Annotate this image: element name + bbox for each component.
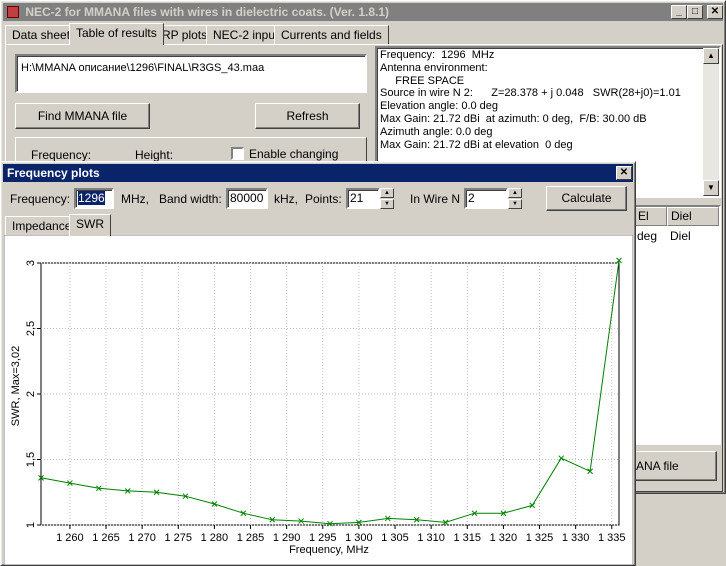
x-tick-label: 1 310 bbox=[417, 532, 445, 544]
wire-label: In Wire N bbox=[410, 192, 461, 206]
wire-up-arrow[interactable]: ▲ bbox=[508, 188, 522, 198]
x-tick-label: 1 305 bbox=[381, 532, 409, 544]
freq-close-button[interactable]: ✕ bbox=[616, 166, 632, 180]
y-tick-label: 2,5 bbox=[25, 321, 37, 336]
x-tick-label: 1 265 bbox=[92, 532, 120, 544]
result-line: Source in wire N 2: Z=28.378 + j 0.048 S… bbox=[380, 87, 681, 100]
tab-table-of-results[interactable]: Table of results bbox=[69, 23, 164, 45]
wire-value: 2 bbox=[468, 191, 475, 205]
freq-frequency-value: 1296 bbox=[78, 191, 105, 205]
file-path-field[interactable]: H:\MMANA описание\1296\FINAL\R3GS_43.maa bbox=[15, 54, 367, 93]
frequency-label: Frequency: bbox=[31, 148, 92, 162]
x-tick-label: 1 275 bbox=[165, 532, 193, 544]
scroll-up-arrow[interactable]: ▲ bbox=[703, 48, 719, 64]
points-up-arrow[interactable]: ▲ bbox=[380, 188, 394, 198]
x-tick-label: 1 320 bbox=[490, 532, 518, 544]
result-line: Frequency: 1296 MHz bbox=[380, 49, 495, 61]
find-mmana-file-button[interactable]: Find MMANA file bbox=[15, 103, 150, 129]
x-axis-label: Frequency, MHz bbox=[289, 544, 369, 556]
results-scrollbar[interactable]: ▲ ▼ bbox=[703, 48, 719, 196]
x-tick-label: 1 330 bbox=[562, 532, 590, 544]
results-lines: Frequency: 1296 MHz Antenna environment:… bbox=[380, 49, 716, 151]
wire-down-arrow[interactable]: ▼ bbox=[508, 199, 522, 209]
result-line: Antenna environment: bbox=[380, 61, 488, 74]
calculate-button[interactable]: Calculate bbox=[546, 186, 627, 211]
freq-window-title: Frequency plots bbox=[7, 166, 100, 180]
khz-label: kHz, bbox=[274, 192, 298, 206]
x-tick-label: 1 295 bbox=[309, 532, 337, 544]
frequency-plots-window: Frequency plots ✕ Frequency: 1296 MHz, B… bbox=[0, 161, 636, 566]
refresh-button[interactable]: Refresh bbox=[255, 103, 360, 129]
x-tick-label: 1 315 bbox=[454, 532, 482, 544]
x-tick-label: 1 290 bbox=[273, 532, 301, 544]
freq-frequency-input[interactable]: 1296 bbox=[74, 188, 114, 209]
x-tick-label: 1 280 bbox=[201, 532, 229, 544]
result-line: Max Gain: 21.72 dBi at azimuth: 0 deg, F… bbox=[380, 112, 647, 125]
result-line: FREE SPACE bbox=[380, 74, 465, 87]
main-window-title: NEC-2 for MMANA files with wires in diel… bbox=[25, 5, 389, 19]
chart-background bbox=[4, 235, 633, 565]
freq-title-bar[interactable]: Frequency plots bbox=[3, 164, 633, 182]
scroll-down-arrow[interactable]: ▼ bbox=[703, 180, 719, 196]
wire-input[interactable]: 2 bbox=[464, 188, 508, 209]
enable-changing-label: Enable changing bbox=[249, 147, 339, 161]
result-line: Azimuth angle: 0.0 deg bbox=[380, 125, 493, 138]
points-down-arrow[interactable]: ▼ bbox=[380, 199, 394, 209]
table-cell: deg bbox=[637, 229, 658, 243]
y-tick-label: 1 bbox=[25, 522, 37, 528]
app-icon bbox=[7, 6, 19, 18]
close-button[interactable]: ✕ bbox=[707, 5, 723, 19]
tab-swr[interactable]: SWR bbox=[69, 214, 111, 236]
x-tick-label: 1 285 bbox=[237, 532, 265, 544]
main-title-bar[interactable]: NEC-2 for MMANA files with wires in diel… bbox=[3, 3, 723, 21]
file-path-text: H:\MMANA описание\1296\FINAL\R3GS_43.maa bbox=[21, 62, 265, 74]
y-tick-label: 1,5 bbox=[25, 452, 37, 467]
enable-changing-checkbox[interactable] bbox=[231, 147, 244, 160]
y-axis-label: SWR, Max=3,02 bbox=[10, 346, 22, 426]
tab-data-sheet[interactable]: Data sheet bbox=[5, 25, 78, 45]
bandwidth-value: 80000 bbox=[230, 191, 264, 205]
result-line: Max Gain: 21.72 dBi at elevation 0 deg bbox=[380, 138, 573, 151]
mhz-label: MHz, bbox=[121, 192, 149, 206]
height-label: Height: bbox=[135, 148, 174, 162]
y-tick-label: 2 bbox=[25, 391, 37, 397]
x-tick-label: 1 300 bbox=[345, 532, 373, 544]
minimize-button[interactable]: _ bbox=[671, 5, 687, 19]
x-tick-label: 1 335 bbox=[598, 532, 626, 544]
x-tick-label: 1 260 bbox=[56, 532, 84, 544]
tab-currents-and-fields[interactable]: Currents and fields bbox=[274, 25, 389, 45]
points-input[interactable]: 21 bbox=[346, 188, 380, 209]
result-line: Elevation angle: 0.0 deg bbox=[380, 100, 499, 113]
tab-impedance[interactable]: Impedance bbox=[5, 216, 79, 236]
points-label: Points: bbox=[305, 192, 342, 206]
y-tick-label: 3 bbox=[25, 260, 37, 266]
freq-frequency-label: Frequency: bbox=[10, 192, 71, 206]
bandwidth-input[interactable]: 80000 bbox=[226, 188, 268, 209]
bandwidth-label: Band width: bbox=[159, 192, 222, 206]
results-table[interactable]: El Diel deg Diel bbox=[621, 205, 721, 445]
x-tick-label: 1 270 bbox=[128, 532, 156, 544]
maximize-button[interactable]: □ bbox=[687, 5, 703, 19]
x-tick-label: 1 325 bbox=[526, 532, 554, 544]
points-value: 21 bbox=[350, 191, 364, 205]
swr-chart: 1 260 1 265 1 270 1 275 1 280 1 285 1 290 1 295… bbox=[4, 235, 633, 565]
table-cell: Diel bbox=[670, 229, 691, 243]
table-header-diel: Diel bbox=[667, 207, 719, 226]
